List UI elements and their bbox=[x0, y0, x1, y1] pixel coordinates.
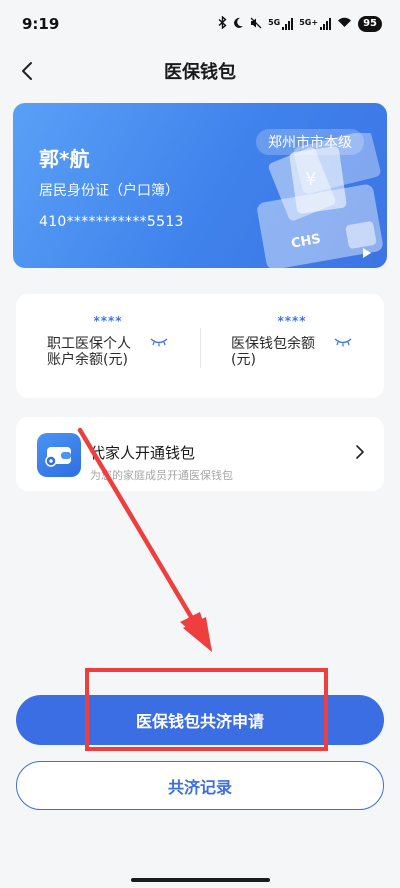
signal-icon-1: 5G bbox=[268, 18, 294, 30]
battery-indicator: 95 bbox=[358, 16, 382, 32]
balance-label: 职工医保个人账户余额(元) bbox=[47, 336, 131, 368]
home-indicator[interactable] bbox=[131, 878, 270, 882]
family-wallet-item[interactable]: 代家人开通钱包 为您的家庭成员开通医保钱包 bbox=[16, 417, 384, 491]
card-id-type: 居民身份证（户口簿） bbox=[39, 183, 179, 199]
chevron-right-icon bbox=[356, 445, 364, 459]
chevron-left-icon bbox=[22, 62, 32, 80]
balance-masked-value: **** bbox=[277, 314, 307, 328]
wallet-icon bbox=[37, 433, 81, 477]
insurance-card[interactable]: 郭*航 居民身份证（户口簿） 410***********5513 ¥ CHS … bbox=[13, 103, 387, 268]
mutual-aid-records-button[interactable]: 共济记录 bbox=[16, 761, 384, 810]
status-bar: 9:19 5G 5G+ 95 bbox=[0, 0, 400, 48]
balance-masked-value: **** bbox=[93, 314, 123, 328]
signal-icon-2: 5G+ bbox=[299, 18, 332, 30]
network-label-1: 5G bbox=[268, 18, 281, 27]
card-id-number: 410***********5513 bbox=[39, 214, 184, 230]
wifi-icon bbox=[337, 17, 352, 31]
eye-closed-icon[interactable] bbox=[333, 337, 353, 347]
page-title: 医保钱包 bbox=[164, 62, 236, 83]
play-icon bbox=[363, 248, 371, 258]
status-icons: 5G 5G+ 95 bbox=[218, 15, 382, 32]
svg-text:¥: ¥ bbox=[305, 169, 316, 190]
region-badge: 郑州市市本级 bbox=[256, 129, 364, 155]
card-holder-name: 郭*航 bbox=[39, 147, 90, 171]
mutual-aid-apply-button[interactable]: 医保钱包共济申请 bbox=[16, 695, 384, 745]
employee-account-balance[interactable]: **** 职工医保个人账户余额(元) bbox=[16, 294, 200, 398]
bluetooth-icon bbox=[218, 15, 227, 32]
back-button[interactable] bbox=[12, 56, 42, 86]
balance-panel: **** 职工医保个人账户余额(元) **** 医保钱包余额(元) bbox=[16, 294, 384, 398]
wallet-balance[interactable]: **** 医保钱包余额(元) bbox=[200, 294, 384, 398]
family-wallet-title: 代家人开通钱包 bbox=[90, 444, 196, 462]
eye-closed-icon[interactable] bbox=[149, 337, 169, 347]
family-wallet-subtitle: 为您的家庭成员开通医保钱包 bbox=[90, 469, 233, 482]
nav-bar: 医保钱包 bbox=[0, 48, 400, 94]
balance-label: 医保钱包余额(元) bbox=[231, 336, 315, 368]
moon-icon bbox=[233, 17, 244, 32]
status-time: 9:19 bbox=[22, 15, 60, 33]
mute-icon bbox=[250, 17, 262, 32]
network-label-2: 5G+ bbox=[299, 18, 319, 27]
